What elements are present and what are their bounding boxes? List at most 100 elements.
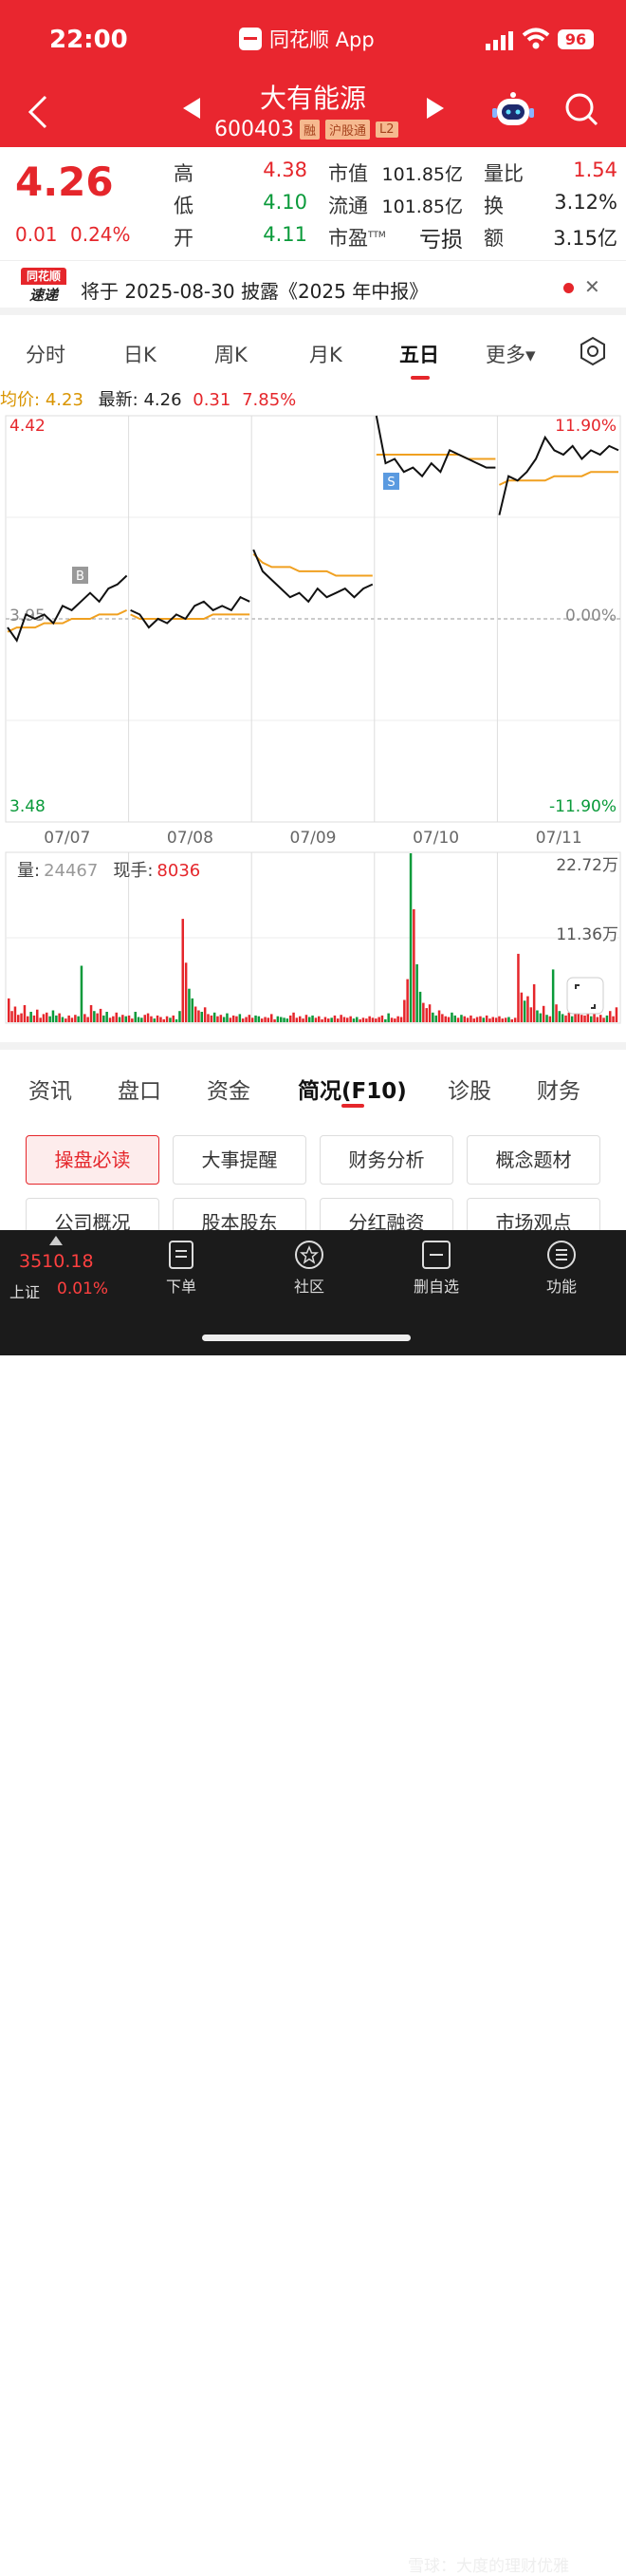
tab-five-day[interactable]: 五日 [399,340,439,368]
volume-bar [333,1015,337,1022]
volume-bar [612,1016,615,1022]
volume-bar [67,1015,70,1022]
five-day-chart[interactable]: 4.42 3.95 3.48 11.90% 0.00% -11.90% B S … [0,408,626,1035]
volume-bar [425,1008,428,1022]
tab-more[interactable]: 更多▾ [486,340,536,368]
nav-community-label: 社区 [293,1278,324,1296]
tab-f10[interactable]: 简况(F10) [298,1073,407,1105]
volume-bar [460,1015,463,1022]
volume-bar [105,1012,108,1022]
volume-value: 24467 [44,861,98,881]
nav-order[interactable]: 下单 [143,1240,219,1297]
volume-bar [140,1017,143,1022]
float-value: 101.85亿 [381,196,463,217]
tab-monthly-k[interactable]: 月K [309,340,342,368]
nav-remove-watchlist[interactable]: 删自选 [398,1240,474,1297]
volume-bar [231,1015,235,1022]
volume-bar [219,1015,223,1022]
volume-bar [529,1007,533,1022]
low-value: 4.10 [263,191,307,214]
tab-capital[interactable]: 资金 [207,1073,250,1105]
volume-bar [118,1017,121,1022]
volume-bar [203,1007,207,1022]
nav-remove-watchlist-label: 删自选 [413,1278,459,1296]
tab-weekly-k[interactable]: 周K [214,340,248,368]
volume-bar [447,1017,451,1022]
volume-bar [184,962,188,1022]
volume-bar [453,1015,456,1022]
volume-bar [39,1017,42,1022]
tab-orderbook[interactable]: 盘口 [118,1073,161,1105]
volume-bar [32,1015,36,1022]
volume-bar [361,1017,365,1022]
volume-bar [159,1017,162,1022]
volume-bar [115,1012,118,1022]
volume-bar [485,1015,488,1022]
volume-bar [596,1017,599,1022]
close-icon[interactable]: ✕ [584,275,600,298]
tab-finance[interactable]: 财务 [537,1073,580,1105]
volume-bar [77,1016,80,1022]
volume-bar [210,1015,213,1022]
nav-functions[interactable]: 功能 [524,1240,599,1297]
open-value: 4.11 [263,223,307,246]
status-time: 22:00 [49,26,128,54]
fullscreen-icon[interactable] [566,977,604,1015]
hand-value: 8036 [156,861,200,881]
f10-must-read-button[interactable]: 操盘必读 [26,1135,159,1185]
volume-label-text: 量: [17,861,40,881]
index-value[interactable]: 3510.18 [19,1251,94,1272]
volume-bar [212,1012,216,1022]
volume-bar [283,1017,285,1022]
volume-bar [143,1015,146,1022]
volume-bar [102,1015,105,1022]
tab-diagnosis[interactable]: 诊股 [448,1073,491,1105]
remove-watchlist-icon [422,1241,451,1269]
volume-bar [349,1016,352,1022]
robot-assistant-icon[interactable] [491,91,535,129]
prev-stock-icon[interactable] [183,98,200,119]
legend-pct: 7.85% [242,390,297,410]
volume-bar [583,1015,586,1022]
volume-bar [226,1013,229,1022]
volume-bar [193,1006,197,1022]
volume-bar [80,965,83,1022]
f10-events-button[interactable]: 大事提醒 [173,1135,306,1185]
volume-bar [323,1017,327,1022]
tab-daily-k[interactable]: 日K [123,340,156,368]
next-stock-icon[interactable] [427,98,444,119]
volume-bar [295,1017,299,1022]
tab-intraday[interactable]: 分时 [26,340,65,368]
avg-label: 均价: [0,390,41,410]
sell-marker-text: S [387,476,395,490]
avg-line-day-2 [252,552,373,577]
turnover-label: 换 [484,195,504,217]
volume-bar [352,1018,356,1022]
volume-bar [444,1016,447,1022]
volume-bar [342,1017,346,1022]
volume-bar [510,1018,513,1022]
volume-bar [536,1010,539,1022]
signal-icon [486,31,513,50]
search-icon[interactable] [564,92,598,126]
volume-bar [321,1018,323,1022]
chart-settings-icon[interactable] [578,336,608,366]
avg-value: 4.23 [45,390,83,410]
volume-bar [599,1015,602,1022]
volume-bar [561,1014,564,1022]
news-banner[interactable]: 同花顺 速递 将于 2025-08-30 披露《2025 年中报》 [0,260,626,315]
news-text[interactable]: 将于 2025-08-30 披露《2025 年中报》 [81,276,428,304]
f10-financial-analysis-button[interactable]: 财务分析 [320,1135,453,1185]
volume-bar [165,1016,169,1022]
volume-bar [153,1018,156,1022]
stock-code: 600403 [214,118,294,141]
volume-bar [428,1004,432,1022]
f10-concepts-button[interactable]: 概念题材 [467,1135,600,1185]
nav-community[interactable]: 社区 [271,1240,347,1297]
watermark: 雪球：大度的理财优雅 [408,2557,569,2576]
y-label-top: 4.42 [9,417,46,436]
volume-bar [558,1011,562,1022]
volume-bar [83,1014,86,1022]
tab-news[interactable]: 资讯 [28,1073,72,1105]
volume-bar [131,1018,134,1022]
